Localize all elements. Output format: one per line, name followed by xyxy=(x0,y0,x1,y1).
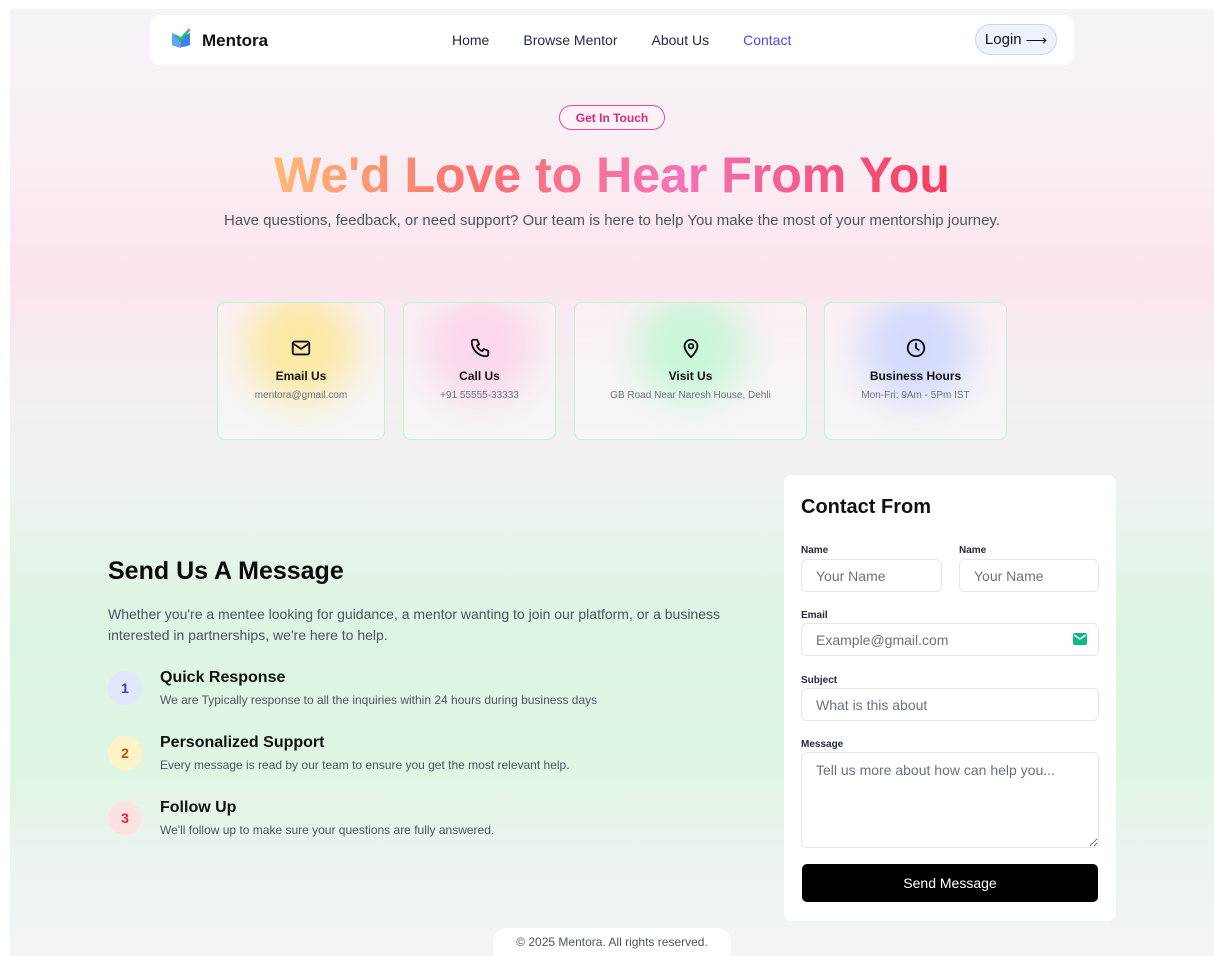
feature-title: Personalized Support xyxy=(160,734,325,751)
arrow-right-icon: ⟶ xyxy=(1025,31,1048,49)
feature-description: Every message is read by our team to ens… xyxy=(160,758,570,772)
mail-icon xyxy=(218,337,384,361)
first-name-input[interactable] xyxy=(801,559,942,592)
brand-name: Mentora xyxy=(202,30,269,50)
card-value: +91 55555-33333 xyxy=(440,390,519,401)
feature-title: Quick Response xyxy=(160,669,286,686)
card-title: Business Hours xyxy=(869,369,962,383)
phone-icon xyxy=(404,337,555,361)
message-label: Message xyxy=(801,739,844,750)
step-number-badge: 1 xyxy=(108,671,142,705)
main-menu: Home Browse Mentor About Us Contact xyxy=(452,15,825,65)
name-label: Name xyxy=(959,545,987,556)
form-title: Contact From xyxy=(801,496,931,518)
map-pin-icon xyxy=(575,337,806,361)
nav-item-home[interactable]: Home xyxy=(452,32,489,48)
card-title: Email Us xyxy=(275,369,327,383)
page-subtitle: Have questions, feedback, or need suppor… xyxy=(223,212,1000,229)
email-icon xyxy=(1073,632,1087,650)
email-input[interactable] xyxy=(801,623,1099,656)
email-label: Email xyxy=(801,610,828,621)
contact-page: Mentora Home Browse Mentor About Us Cont… xyxy=(10,9,1214,956)
call-card: Call Us +91 55555-33333 xyxy=(403,302,556,440)
feature-item: 1 Quick Response We are Typically respon… xyxy=(108,669,708,711)
step-number-badge: 3 xyxy=(108,801,142,835)
subject-label: Subject xyxy=(801,675,838,686)
feature-item: 2 Personalized Support Every message is … xyxy=(108,734,708,776)
name-label: Name xyxy=(801,545,829,556)
email-card: Email Us mentora@gmail.com xyxy=(217,302,385,440)
visit-card: Visit Us GB Road Near Naresh House, Dehl… xyxy=(574,302,807,440)
section-description: Whether you're a mentee looking for guid… xyxy=(108,606,721,643)
section-title: Send Us A Message xyxy=(108,557,344,585)
logo-icon xyxy=(170,27,192,54)
last-name-input[interactable] xyxy=(959,559,1099,592)
page-title: We'd Love to Hear From You xyxy=(10,145,1214,205)
nav-item-about-us[interactable]: About Us xyxy=(652,32,710,48)
card-title: Call Us xyxy=(459,369,500,383)
navbar: Mentora Home Browse Mentor About Us Cont… xyxy=(150,15,1074,65)
feature-description: We'll follow up to make sure your questi… xyxy=(160,823,495,837)
send-message-button[interactable]: Send Message xyxy=(802,864,1098,902)
brand[interactable]: Mentora xyxy=(170,27,268,54)
business-hours-card: Business Hours Mon-Fri: 9Am - 5Pm IST xyxy=(824,302,1007,440)
login-button[interactable]: Login ⟶ xyxy=(975,24,1057,55)
nav-item-browse-mentor[interactable]: Browse Mentor xyxy=(523,32,617,48)
feature-item: 3 Follow Up We'll follow up to make sure… xyxy=(108,799,708,841)
card-value: GB Road Near Naresh House, Dehli xyxy=(610,390,771,401)
login-label: Login xyxy=(984,31,1022,48)
card-value: Mon-Fri: 9Am - 5Pm IST xyxy=(861,390,970,401)
contact-form: Contact From Name Name Email Subject Mes… xyxy=(784,475,1116,921)
card-title: Visit Us xyxy=(668,369,713,383)
step-number-badge: 2 xyxy=(108,736,142,770)
get-in-touch-badge: Get In Touch xyxy=(559,105,665,130)
clock-icon xyxy=(825,337,1006,361)
message-textarea[interactable] xyxy=(801,752,1099,848)
card-value: mentora@gmail.com xyxy=(254,390,348,401)
subject-input[interactable] xyxy=(801,688,1099,721)
nav-item-contact[interactable]: Contact xyxy=(743,32,791,48)
feature-title: Follow Up xyxy=(160,799,237,816)
feature-description: We are Typically response to all the inq… xyxy=(160,693,598,707)
footer-copyright: © 2025 Mentora. All rights reserved. xyxy=(493,928,731,956)
